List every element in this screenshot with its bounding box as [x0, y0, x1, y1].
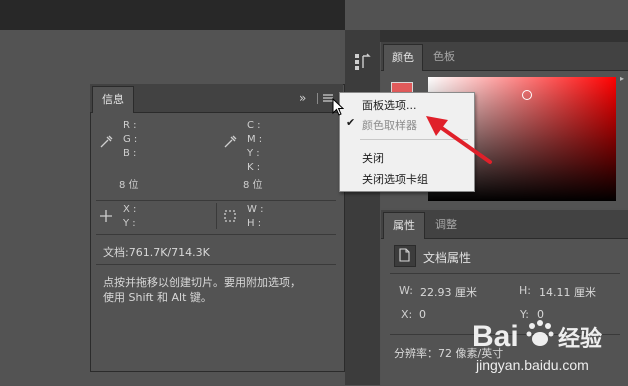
tab-adjustments[interactable]: 调整 [426, 212, 466, 238]
document-icon [399, 248, 410, 262]
tab-info[interactable]: 信息 [92, 86, 134, 113]
doc-properties-title: 文档属性 [423, 251, 472, 265]
svg-text:Bai: Bai [472, 320, 519, 353]
panel-collapse-bar[interactable] [345, 30, 628, 42]
baidu-watermark: Bai 经验 jingyan.baidu.com [470, 306, 628, 381]
tab-properties[interactable]: 属性 [383, 212, 425, 239]
checkmark-icon: ✔ [346, 116, 356, 129]
info-divider-1 [96, 200, 336, 201]
prop-x-value: 0 [419, 308, 426, 321]
tab-info-label: 信息 [102, 93, 124, 106]
eyedropper-rgb-icon [100, 135, 113, 148]
cmyk-c-label: C : [247, 120, 261, 131]
tab-color[interactable]: 颜色 [383, 44, 423, 71]
prop-x-label: X: [401, 308, 413, 321]
menu-item-close[interactable]: 关闭 [362, 150, 384, 166]
expand-panel-icon[interactable]: » [299, 91, 306, 105]
cmyk-k-label: K : [247, 162, 261, 173]
canvas-dark-area [0, 0, 345, 30]
menu-item-panel-options[interactable]: 面板选项... [362, 97, 417, 113]
cmyk-y-label: Y : [247, 148, 260, 159]
h-label: H : [247, 218, 262, 229]
info-divider-v [216, 203, 217, 229]
prop-w-label: W: [399, 284, 413, 297]
bit-depth-left: 8 位 [119, 180, 139, 191]
panel-icon-strip [345, 30, 380, 385]
w-label: W : [247, 204, 264, 215]
props-divider-1 [390, 273, 620, 274]
color-picker-ring[interactable] [522, 90, 532, 100]
x-label: X : [123, 204, 137, 215]
prop-h-label: H: [519, 284, 531, 297]
svg-text:jingyan.baidu.com: jingyan.baidu.com [475, 357, 589, 373]
svg-text:经验: 经验 [558, 326, 602, 351]
menu-item-close-tab-group[interactable]: 关闭选项卡组 [362, 171, 428, 187]
tab-swatches[interactable]: 色板 [424, 44, 464, 70]
y-label: Y : [123, 218, 136, 229]
spectrum-arrow-icon: ▸ [620, 74, 625, 83]
cmyk-m-label: M : [247, 134, 263, 145]
prop-h-value: 14.11 厘米 [539, 286, 596, 299]
hint-line-1: 点按并拖移以创建切片。要用附加选项， [103, 276, 301, 289]
doc-size-text: 文档:761.7K/714.3K [103, 246, 210, 259]
baidu-logo: Bai 经验 jingyan.baidu.com [472, 320, 602, 373]
prop-w-value: 22.93 厘米 [420, 286, 477, 299]
rgb-g-label: G : [123, 134, 138, 145]
info-divider-2 [96, 234, 336, 235]
mouse-cursor-icon [332, 98, 344, 116]
annotation-arrow [426, 116, 492, 164]
info-divider-3 [96, 264, 336, 265]
rgb-r-label: R : [123, 120, 137, 131]
rgb-b-label: B : [123, 148, 137, 159]
bit-depth-right: 8 位 [243, 180, 263, 191]
hint-line-2: 使用 Shift 和 Alt 键。 [103, 291, 212, 304]
tabbar-divider [317, 93, 318, 104]
menu-item-color-sampler[interactable]: 颜色取样器 [362, 117, 417, 133]
selection-size-icon [224, 210, 236, 222]
eyedropper-cmyk-icon [224, 135, 237, 148]
crosshair-icon [100, 210, 112, 222]
